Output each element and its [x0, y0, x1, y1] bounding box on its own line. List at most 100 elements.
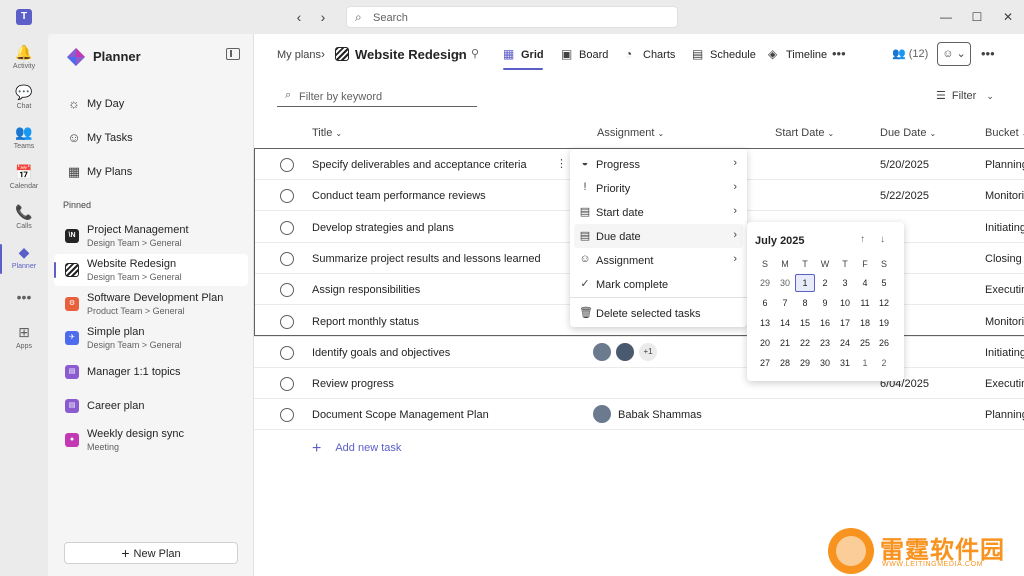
complete-task-checkbox[interactable]	[280, 189, 294, 204]
task-row[interactable]: Document Scope Management Plan Babak Sham…	[254, 399, 1024, 431]
calendar-day[interactable]: 17	[835, 314, 855, 332]
maximize-button[interactable]: ☐	[968, 8, 986, 26]
calendar-day[interactable]: 29	[795, 354, 815, 372]
complete-task-checkbox[interactable]	[280, 377, 294, 392]
menu-item-start-date[interactable]: ▤ Start date ›	[574, 200, 743, 224]
menu-item-due-date[interactable]: ▤ Due date ›	[574, 224, 743, 248]
calendar-day[interactable]: 27	[755, 354, 775, 372]
calendar-day[interactable]: 21	[775, 334, 795, 352]
pinned-plan-career-plan[interactable]: ▤ Career plan	[54, 390, 248, 422]
calendar-day[interactable]: 10	[835, 294, 855, 312]
complete-task-checkbox[interactable]	[280, 158, 294, 172]
calendar-day[interactable]: 22	[795, 334, 815, 352]
column-header-due-date[interactable]: Due Date ⌄	[880, 127, 936, 139]
task-bucket[interactable]: Monitoring	[985, 190, 1024, 202]
filter-button[interactable]: ☰ Filter ⌄	[936, 89, 994, 102]
filter-keyword-input[interactable]	[299, 90, 469, 104]
task-title[interactable]: Report monthly status	[312, 316, 419, 328]
sidebar-item-my-tasks[interactable]: ☺ My Tasks	[48, 123, 254, 153]
task-title[interactable]: Document Scope Management Plan	[312, 409, 489, 421]
tab-board[interactable]: ▣ Board	[561, 34, 608, 74]
task-title[interactable]: Develop strategies and plans	[312, 222, 454, 234]
column-header-bucket[interactable]: Bucket⌄	[985, 127, 1024, 139]
members-button[interactable]: 👥 (12)	[892, 47, 928, 60]
task-row[interactable]: Identify goals and objectives +1 Initiatin…	[254, 337, 1024, 368]
calendar-day[interactable]: 24	[835, 334, 855, 352]
tab-schedule[interactable]: ▤ Schedule	[692, 34, 756, 74]
calendar-month-label[interactable]: July 2025	[755, 235, 805, 247]
menu-item-assignment[interactable]: ☺ Assignment ›	[574, 248, 743, 272]
rail-item-teams[interactable]: 👥 Teams	[0, 120, 48, 160]
pinned-plan-software-development-plan[interactable]: ⚙ Software Development Plan Product Team >…	[54, 288, 248, 320]
tab-grid[interactable]: ▦ Grid	[503, 34, 544, 74]
calendar-day[interactable]: 28	[775, 354, 795, 372]
collapse-sidebar-icon[interactable]	[226, 48, 240, 60]
pinned-plan-weekly-design-sync[interactable]: ● Weekly design sync Meeting	[54, 424, 248, 456]
task-title[interactable]: Conduct team performance reviews	[312, 190, 486, 202]
calendar-day[interactable]: 2	[874, 354, 894, 372]
calendar-day[interactable]: 2	[815, 274, 835, 292]
task-title[interactable]: Review progress	[312, 378, 394, 390]
task-title[interactable]: Identify goals and objectives	[312, 347, 450, 359]
calendar-day[interactable]: 1	[855, 354, 875, 372]
avatar[interactable]	[592, 341, 612, 362]
column-header-assignment[interactable]: Assignment ⌄	[597, 127, 664, 139]
add-new-task-button[interactable]: + Add new task	[312, 440, 401, 458]
calendar-day[interactable]: 15	[795, 314, 815, 332]
pinned-plan-project-management[interactable]: \N Project Management Design Team > Genera…	[54, 220, 248, 252]
calendar-day[interactable]: 8	[795, 294, 815, 312]
calendar-day[interactable]: 30	[815, 354, 835, 372]
calendar-day[interactable]: 26	[874, 334, 894, 352]
complete-task-checkbox[interactable]	[280, 220, 294, 235]
more-options-icon[interactable]: •••	[981, 46, 995, 61]
plan-title[interactable]: Website Redesign	[355, 47, 467, 62]
pinned-plan-website-redesign[interactable]: Website Redesign Design Team > General	[54, 254, 248, 286]
complete-task-checkbox[interactable]	[280, 408, 294, 423]
calendar-day[interactable]: 9	[815, 294, 835, 312]
rail-item-planner[interactable]: ◆ Planner	[0, 240, 48, 280]
menu-item-priority[interactable]: ! Priority ›	[574, 176, 743, 200]
column-header-start-date[interactable]: Start Date ⌄	[775, 127, 834, 139]
task-bucket[interactable]: Initiating	[985, 222, 1024, 234]
calendar-day[interactable]: 6	[755, 294, 775, 312]
calendar-day[interactable]: 14	[775, 314, 795, 332]
chevron-down-icon[interactable]: ⌄	[455, 47, 463, 58]
task-bucket[interactable]: Executing	[985, 378, 1024, 390]
column-header-title[interactable]: Title ⌄	[312, 127, 342, 139]
tab-charts[interactable]: ◔ Charts	[625, 34, 675, 74]
calendar-day[interactable]: 5	[874, 274, 894, 292]
task-bucket[interactable]: Initiating	[985, 347, 1024, 359]
tabs-more-icon[interactable]: •••	[832, 46, 846, 61]
rail-item-calls[interactable]: 📞 Calls	[0, 200, 48, 240]
calendar-day[interactable]: 16	[815, 314, 835, 332]
calendar-day[interactable]: 11	[855, 294, 875, 312]
menu-item-mark-complete[interactable]: ✓ Mark complete	[574, 272, 743, 296]
task-bucket[interactable]: Closing	[985, 253, 1022, 265]
rail-item-chat[interactable]: 💬 Chat	[0, 80, 48, 120]
arrow-up-icon[interactable]: ↑	[860, 234, 865, 245]
rail-item-calendar[interactable]: 📅 Calendar	[0, 160, 48, 200]
task-row[interactable]: Review progress6/04/2025Executing	[254, 368, 1024, 400]
calendar-day[interactable]: 7	[775, 294, 795, 312]
task-bucket[interactable]: Executing	[985, 284, 1024, 296]
complete-task-checkbox[interactable]	[280, 283, 294, 298]
sidebar-item-my-day[interactable]: ☼ My Day	[48, 89, 254, 119]
search-input[interactable]	[373, 10, 663, 25]
pinned-plan-manager-1-1-topics[interactable]: ▤ Manager 1:1 topics	[54, 356, 248, 388]
calendar-day[interactable]: 25	[855, 334, 875, 352]
rail-item-activity[interactable]: 🔔 Activity	[0, 40, 48, 80]
keyword-filter[interactable]: ⌕	[277, 87, 477, 107]
rail-item-apps[interactable]: ⊞ Apps	[0, 320, 48, 360]
calendar-day[interactable]: 19	[874, 314, 894, 332]
calendar-day[interactable]: 20	[755, 334, 775, 352]
calendar-day[interactable]: 13	[755, 314, 775, 332]
share-button[interactable]: ☺ ⌄	[937, 42, 971, 66]
calendar-day[interactable]: 12	[874, 294, 894, 312]
tab-timeline[interactable]: ◈ Timeline	[768, 34, 827, 74]
new-plan-button[interactable]: + New Plan	[64, 542, 238, 564]
calendar-day[interactable]: 3	[835, 274, 855, 292]
minimize-button[interactable]: —	[937, 8, 955, 26]
task-bucket[interactable]: Planning	[985, 159, 1024, 171]
task-due-date[interactable]: 5/22/2025	[880, 190, 929, 202]
calendar-day[interactable]: 23	[815, 334, 835, 352]
